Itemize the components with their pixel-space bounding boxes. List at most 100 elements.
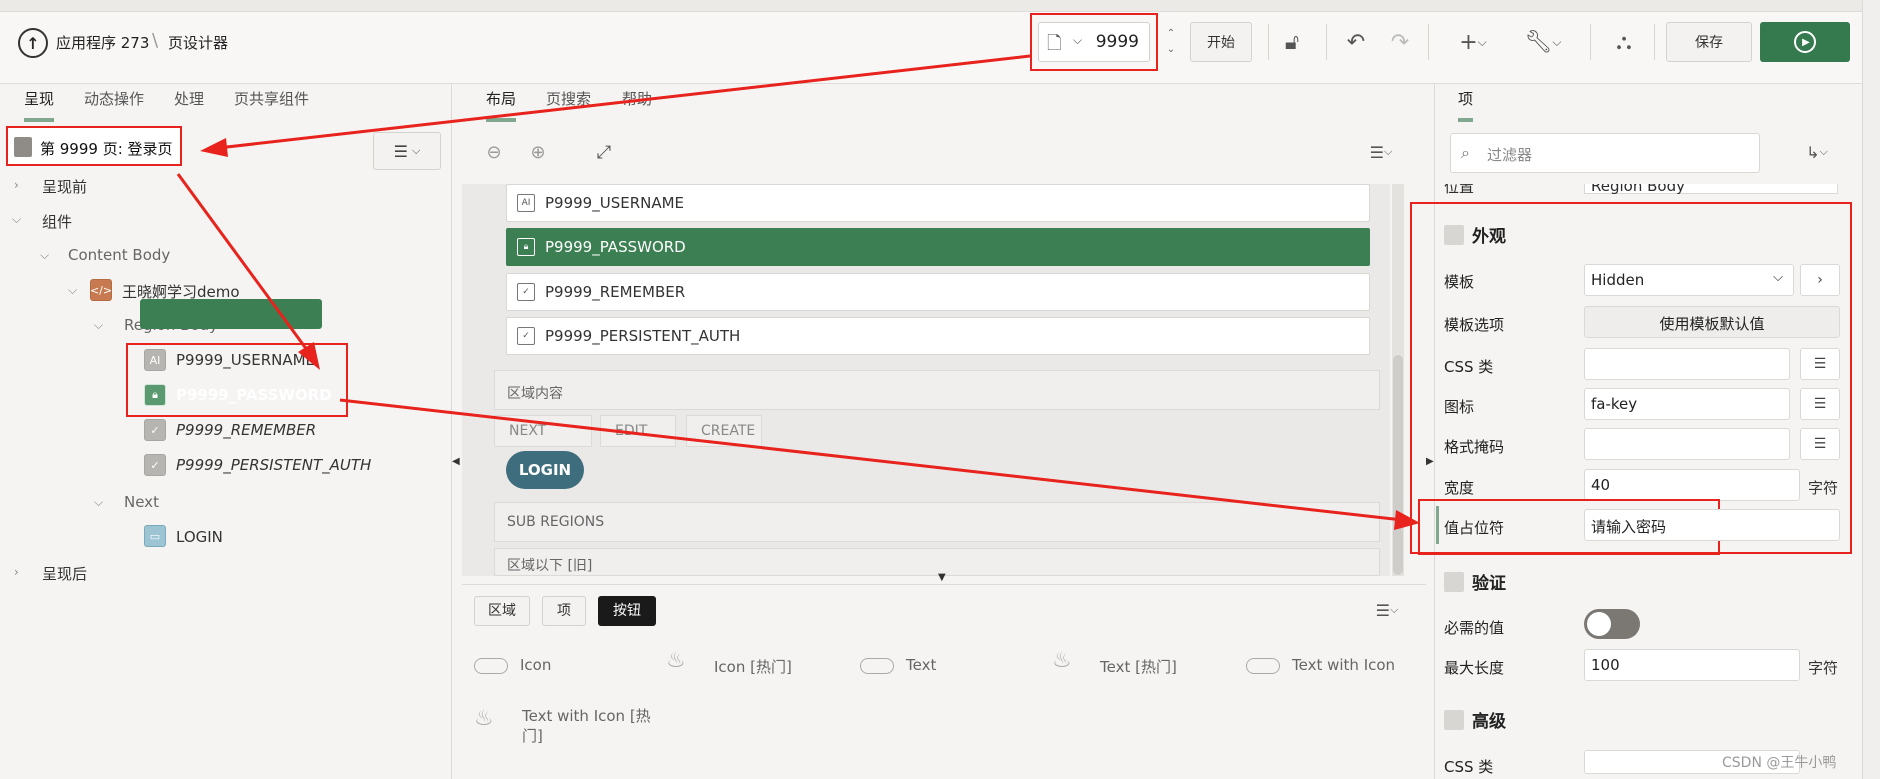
width-input[interactable]: 40 bbox=[1584, 469, 1800, 501]
template-open-button[interactable]: › bbox=[1800, 264, 1840, 296]
tree-node-after-render[interactable]: 呈现后 bbox=[42, 563, 87, 584]
tab-item[interactable]: 项 bbox=[1458, 84, 1474, 122]
gallery-item-text-with-icon-hot[interactable]: Text with Icon [热门] bbox=[522, 706, 652, 746]
format-mask-input[interactable] bbox=[1584, 428, 1790, 460]
scrollbar-thumb[interactable] bbox=[1393, 355, 1403, 575]
chevron-down-icon[interactable]: ⌵ bbox=[94, 318, 103, 333]
section-appearance[interactable]: 外观 bbox=[1444, 222, 1506, 247]
layout-row-persistent-auth[interactable]: ✓ P9999_PERSISTENT_AUTH bbox=[506, 317, 1370, 355]
css-classes-input[interactable] bbox=[1584, 348, 1790, 380]
button-slot-create[interactable]: CREATE bbox=[686, 415, 762, 447]
wrench-icon[interactable]: 🔧︎ ⌵ bbox=[1518, 26, 1568, 58]
caret-down-icon[interactable]: ▼ bbox=[938, 572, 946, 583]
below-region-drop[interactable]: 区域以下 [旧] bbox=[494, 548, 1380, 576]
gallery-tab-items[interactable]: 项 bbox=[542, 596, 586, 626]
pill-button-icon bbox=[474, 658, 508, 674]
section-title: 验证 bbox=[1472, 574, 1506, 594]
page-selector[interactable]: 🗋 ⌵ 9999 bbox=[1038, 22, 1150, 62]
tree-node-next[interactable]: Next bbox=[124, 493, 159, 511]
gallery-tab-regions[interactable]: 区域 bbox=[474, 596, 530, 626]
page-number[interactable]: 9999 bbox=[1096, 32, 1139, 52]
chevron-down-icon[interactable]: ⌵ bbox=[94, 495, 103, 510]
tree-node-components[interactable]: 组件 bbox=[42, 211, 72, 232]
gallery-tab-buttons[interactable]: 按钮 bbox=[598, 596, 656, 626]
max-length-unit: 字符 bbox=[1808, 659, 1839, 677]
save-button[interactable]: 保存 bbox=[1666, 22, 1752, 62]
template-options-label: 模板选项 bbox=[1444, 316, 1505, 334]
tree-item-persistent-auth[interactable]: P9999_PERSISTENT_AUTH bbox=[176, 456, 371, 474]
filter-placeholder: 过滤器 bbox=[1487, 146, 1533, 164]
redo-icon[interactable]: ↷ bbox=[1380, 26, 1420, 58]
layout-row-username[interactable]: AI P9999_USERNAME bbox=[506, 184, 1370, 222]
expand-icon[interactable]: ⤢ bbox=[584, 136, 624, 168]
tab-help[interactable]: 帮助 bbox=[622, 84, 652, 122]
tab-layout[interactable]: 布局 bbox=[486, 84, 517, 122]
tree-node-content-body[interactable]: Content Body bbox=[68, 246, 170, 264]
icon-input[interactable]: fa-key bbox=[1584, 388, 1790, 420]
tab-rendering[interactable]: 呈现 bbox=[24, 84, 55, 122]
unlock-icon[interactable]: 🔓︎ bbox=[1272, 26, 1312, 58]
chevron-right-icon[interactable]: › bbox=[14, 178, 19, 192]
go-to-group-button[interactable]: ↳ ⌵ bbox=[1792, 136, 1842, 168]
section-validation[interactable]: 验证 bbox=[1444, 569, 1506, 594]
page-stepper[interactable]: ⌃ ⌄ bbox=[1160, 22, 1182, 62]
list-icon[interactable]: ☰ bbox=[1800, 428, 1840, 460]
property-filter[interactable]: ⌕ 过滤器 bbox=[1450, 133, 1760, 173]
tab-page-search[interactable]: 页搜索 bbox=[546, 84, 591, 122]
position-value[interactable]: Region Body bbox=[1584, 184, 1838, 195]
chevron-right-icon[interactable]: › bbox=[14, 565, 19, 579]
gallery-item-text-hot[interactable]: Text [热门] bbox=[1100, 656, 1177, 677]
advanced-css-label: CSS 类 bbox=[1444, 758, 1494, 776]
pill-button-icon bbox=[1246, 658, 1280, 674]
list-icon[interactable]: ☰ bbox=[1800, 388, 1840, 420]
button-slot-next[interactable]: NEXT bbox=[494, 415, 592, 447]
tree-menu-button[interactable]: ☰ ⌵ bbox=[373, 132, 441, 170]
page-title-node[interactable]: 第 9999 页: 登录页 bbox=[6, 126, 182, 166]
checkbox-icon: ✓ bbox=[144, 454, 166, 476]
undo-icon[interactable]: ↶ bbox=[1336, 26, 1376, 58]
required-toggle[interactable] bbox=[1584, 609, 1640, 639]
up-arrow-icon[interactable]: ↑ bbox=[18, 28, 48, 58]
add-menu-button[interactable]: + ⌵ bbox=[1448, 26, 1498, 58]
tab-dynamic-actions[interactable]: 动态操作 bbox=[84, 84, 144, 122]
tab-shared-components[interactable]: 页共享组件 bbox=[234, 84, 309, 122]
tab-processing[interactable]: 处理 bbox=[174, 84, 204, 122]
flame-icon: ♨ bbox=[666, 648, 686, 673]
page-icon bbox=[14, 137, 32, 157]
layout-row-password[interactable]: 🔒︎ P9999_PASSWORD bbox=[506, 228, 1370, 266]
gallery-item-text-with-icon[interactable]: Text with Icon bbox=[1292, 656, 1395, 674]
breadcrumb-app[interactable]: 应用程序 273 bbox=[56, 32, 149, 53]
login-button[interactable]: LOGIN bbox=[506, 451, 584, 489]
collapse-left-icon[interactable]: ◀ bbox=[452, 456, 460, 467]
format-mask-label: 格式掩码 bbox=[1444, 438, 1505, 456]
chevron-down-icon[interactable]: ⌵ bbox=[68, 283, 77, 298]
layout-menu-button[interactable]: ☰ ⌵ bbox=[1356, 136, 1406, 168]
gallery-item-text[interactable]: Text bbox=[906, 656, 936, 674]
region-content-drop[interactable]: 区域内容 bbox=[494, 370, 1380, 410]
tree-node-login[interactable]: LOGIN bbox=[176, 528, 223, 546]
shapes-icon[interactable]: ⛬ bbox=[1604, 26, 1644, 58]
tree-item-remember[interactable]: P9999_REMEMBER bbox=[176, 421, 316, 439]
zoom-in-icon[interactable]: ⊕ bbox=[518, 136, 558, 168]
layout-row-remember[interactable]: ✓ P9999_REMEMBER bbox=[506, 273, 1370, 311]
section-advanced[interactable]: 高级 bbox=[1444, 707, 1506, 732]
template-select[interactable]: Hidden ⌵ bbox=[1584, 264, 1794, 296]
tree-node-before-render[interactable]: 呈现前 bbox=[42, 176, 87, 197]
zoom-out-icon[interactable]: ⊖ bbox=[474, 136, 514, 168]
max-length-input[interactable]: 100 bbox=[1584, 649, 1800, 681]
template-options-button[interactable]: 使用模板默认值 bbox=[1584, 306, 1840, 338]
sub-regions-drop[interactable]: SUB REGIONS bbox=[494, 502, 1380, 542]
page-title: 第 9999 页: 登录页 bbox=[40, 140, 173, 158]
run-button[interactable]: ▶ bbox=[1760, 22, 1850, 62]
gallery-item-icon-hot[interactable]: Icon [热门] bbox=[714, 656, 792, 677]
chevron-down-icon[interactable]: ⌵ bbox=[12, 212, 21, 227]
placeholder-input[interactable]: 请输入密码 bbox=[1584, 509, 1840, 541]
button-slot-edit[interactable]: EDIT bbox=[600, 415, 676, 447]
chevron-down-icon[interactable]: ⌵ bbox=[40, 248, 49, 263]
start-button[interactable]: 开始 bbox=[1190, 22, 1252, 62]
gallery-menu-button[interactable]: ☰ ⌵ bbox=[1362, 594, 1412, 626]
tree-item-password-selected[interactable] bbox=[140, 299, 322, 329]
flame-icon: ♨ bbox=[1052, 648, 1072, 673]
list-icon[interactable]: ☰ bbox=[1800, 348, 1840, 380]
gallery-item-icon[interactable]: Icon bbox=[520, 656, 551, 674]
